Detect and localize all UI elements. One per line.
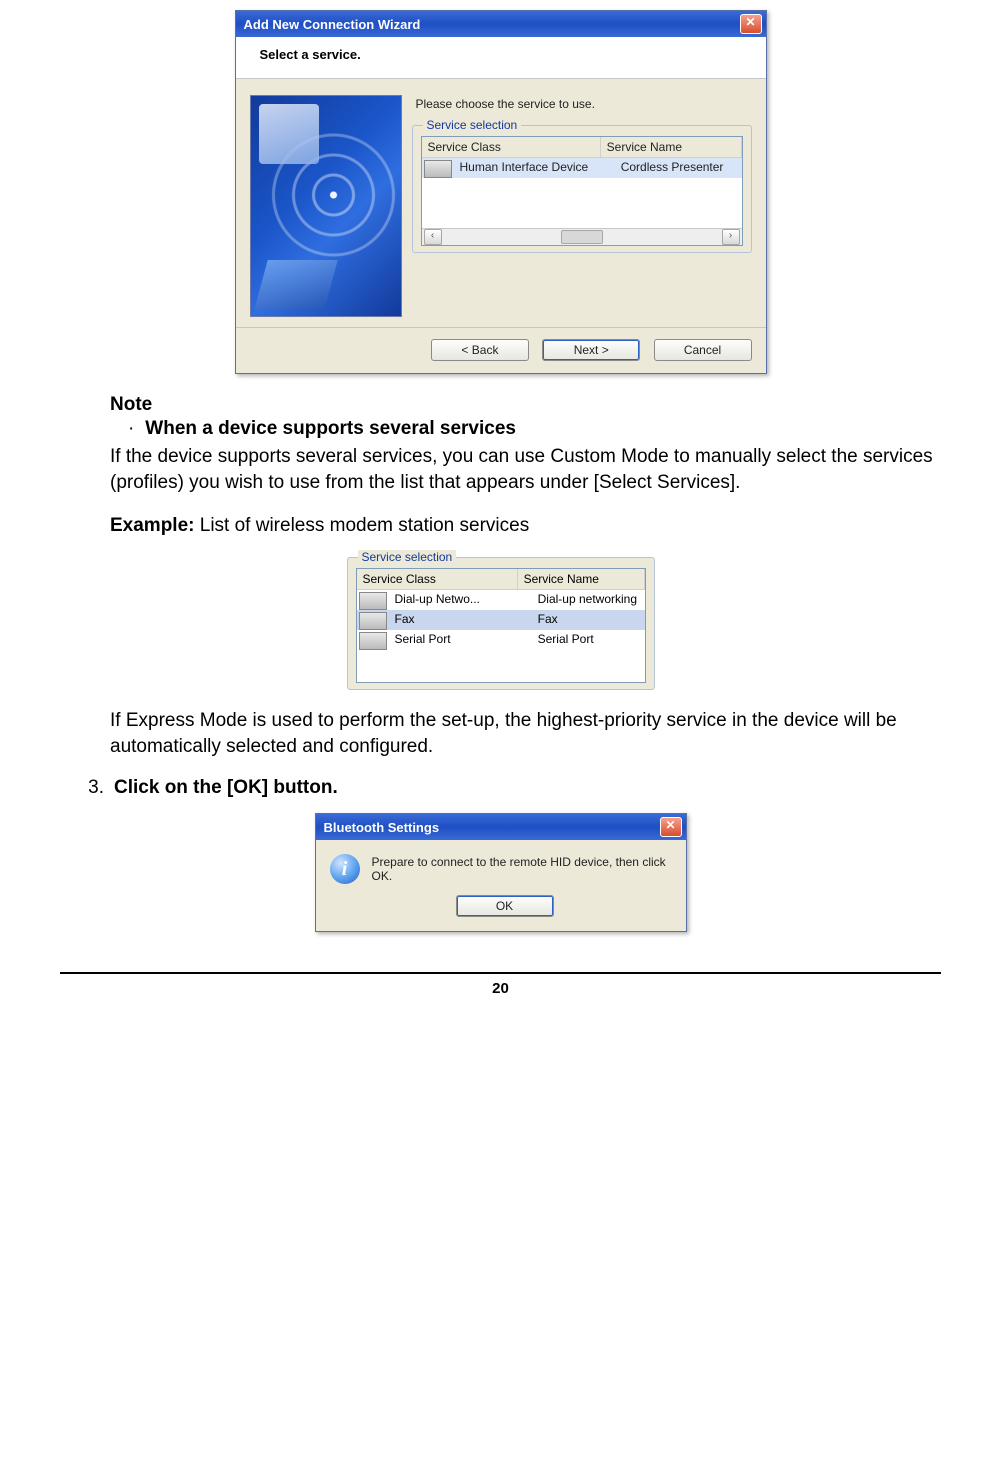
bullet-dot-icon: · bbox=[128, 418, 140, 440]
list-item[interactable]: Dial-up Netwo... Dial-up networking bbox=[357, 590, 645, 610]
close-icon[interactable]: ✕ bbox=[660, 817, 682, 837]
dialog-title: Bluetooth Settings bbox=[324, 820, 440, 835]
page-number: 20 bbox=[60, 972, 941, 997]
wizard-illustration bbox=[250, 95, 402, 317]
note-paragraph: If the device supports several services,… bbox=[110, 444, 941, 495]
group-label: Service selection bbox=[358, 550, 457, 564]
bluetooth-settings-dialog: Bluetooth Settings ✕ i Prepare to connec… bbox=[315, 813, 687, 932]
col-service-name: Service Name bbox=[518, 569, 645, 589]
ok-button[interactable]: OK bbox=[456, 895, 554, 917]
step-text: Click on the [OK] button. bbox=[114, 777, 338, 799]
list-item[interactable]: Serial Port Serial Port bbox=[357, 630, 645, 650]
horizontal-scrollbar[interactable]: ‹ › bbox=[422, 228, 742, 245]
service-selection-group: Service selection Service Class Service … bbox=[412, 125, 752, 253]
device-icon bbox=[359, 592, 387, 610]
note-bullet: · When a device supports several service… bbox=[128, 418, 941, 440]
dialog-titlebar: Bluetooth Settings ✕ bbox=[316, 814, 686, 840]
dialog-message: Prepare to connect to the remote HID dev… bbox=[372, 855, 672, 883]
device-icon bbox=[359, 632, 387, 650]
info-icon: i bbox=[330, 854, 360, 884]
next-button[interactable]: Next > bbox=[542, 339, 640, 361]
example-line: Example: List of wireless modem station … bbox=[110, 513, 941, 539]
close-icon[interactable]: ✕ bbox=[740, 14, 762, 34]
cell-service-name: Fax bbox=[532, 610, 645, 630]
note-heading: Note bbox=[110, 394, 941, 416]
cell-service-class: Dial-up Netwo... bbox=[389, 590, 532, 610]
wizard-window: Add New Connection Wizard ✕ Select a ser… bbox=[235, 10, 767, 374]
scroll-left-icon[interactable]: ‹ bbox=[424, 229, 442, 245]
service-list[interactable]: Service Class Service Name Dial-up Netwo… bbox=[356, 568, 646, 683]
list-item[interactable]: Fax Fax bbox=[357, 610, 645, 630]
wizard-subtitle: Select a service. bbox=[236, 37, 766, 79]
wizard-titlebar: Add New Connection Wizard ✕ bbox=[236, 11, 766, 37]
example-label: Example: bbox=[110, 515, 194, 536]
cell-service-name: Serial Port bbox=[532, 630, 645, 650]
service-list[interactable]: Service Class Service Name Human Interfa… bbox=[421, 136, 743, 246]
device-icon bbox=[424, 160, 452, 178]
cell-service-class: Human Interface Device bbox=[454, 158, 615, 178]
example-service-selection-group: Service selection Service Class Service … bbox=[347, 557, 655, 690]
wizard-instruction: Please choose the service to use. bbox=[416, 97, 752, 111]
group-label: Service selection bbox=[423, 118, 522, 132]
scroll-right-icon[interactable]: › bbox=[722, 229, 740, 245]
step-number: 3. bbox=[60, 777, 114, 799]
list-header: Service Class Service Name bbox=[422, 137, 742, 158]
list-header: Service Class Service Name bbox=[357, 569, 645, 590]
wizard-button-row: < Back Next > Cancel bbox=[236, 327, 766, 373]
example-text: List of wireless modem station services bbox=[194, 515, 529, 536]
cell-service-name: Cordless Presenter bbox=[615, 158, 742, 178]
col-service-class: Service Class bbox=[422, 137, 601, 157]
cell-service-name: Dial-up networking bbox=[532, 590, 645, 610]
col-service-name: Service Name bbox=[601, 137, 742, 157]
cancel-button[interactable]: Cancel bbox=[654, 339, 752, 361]
step-3: 3. Click on the [OK] button. bbox=[60, 777, 941, 799]
list-item[interactable]: Human Interface Device Cordless Presente… bbox=[422, 158, 742, 178]
note-bullet-title: When a device supports several services bbox=[145, 418, 516, 439]
scroll-thumb[interactable] bbox=[561, 230, 603, 244]
device-icon bbox=[359, 612, 387, 630]
cell-service-class: Fax bbox=[389, 610, 532, 630]
back-button[interactable]: < Back bbox=[431, 339, 529, 361]
wizard-title: Add New Connection Wizard bbox=[244, 17, 421, 32]
express-mode-paragraph: If Express Mode is used to perform the s… bbox=[110, 708, 941, 759]
cell-service-class: Serial Port bbox=[389, 630, 532, 650]
col-service-class: Service Class bbox=[357, 569, 518, 589]
